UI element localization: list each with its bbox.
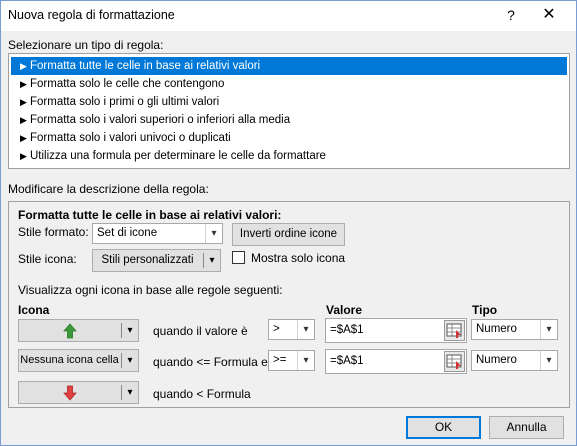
rule-type-item[interactable]: ▶ Formatta solo i valori univoci o duplic… xyxy=(11,129,567,147)
chevron-down-icon: ▾ xyxy=(297,351,314,370)
ok-button[interactable]: OK xyxy=(406,416,481,439)
rule-type-label: Selezionare un tipo di regola: xyxy=(8,38,164,52)
dialog-title: Nuova regola di formattazione xyxy=(8,8,175,22)
icon-2-operator-select[interactable]: >= ▾ xyxy=(268,350,315,371)
icon-3-condition-label: quando < Formula xyxy=(153,387,251,401)
triangle-right-icon: ▶ xyxy=(20,115,27,125)
icon-1-type-select[interactable]: Numero ▾ xyxy=(471,319,558,340)
chevron-down-icon: ▾ xyxy=(297,320,314,339)
cancel-button[interactable]: Annulla xyxy=(489,416,564,439)
range-select-icon xyxy=(446,354,462,369)
icon-3-dropdown[interactable]: ▾ xyxy=(18,381,139,404)
rule-type-item[interactable]: ▶ Utilizza una formula per determinare le… xyxy=(11,147,567,165)
title-bar: Nuova regola di formattazione ? ✕ xyxy=(1,1,576,31)
rule-description-panel: Formatta tutte le celle in base ai relat… xyxy=(8,201,570,408)
icon-2-condition-label: quando <= Formula e xyxy=(153,355,268,369)
format-style-select[interactable]: Set di icone ▾ xyxy=(92,223,223,244)
reverse-icon-order-button[interactable]: Inverti ordine icone xyxy=(232,223,345,246)
icon-1-condition-label: quando il valore è xyxy=(153,324,248,338)
rule-type-item[interactable]: ▶ Formatta solo i primi o gli ultimi valo… xyxy=(11,93,567,111)
chevron-down-icon: ▾ xyxy=(540,320,557,339)
new-formatting-rule-dialog: Nuova regola di formattazione ? ✕ Selezi… xyxy=(0,0,577,446)
icon-2-dropdown[interactable]: Nessuna icona cella ▾ xyxy=(18,349,139,372)
chevron-down-icon: ▾ xyxy=(205,224,222,243)
icon-column-header: Icona xyxy=(18,303,50,317)
icon-1-range-select-button[interactable] xyxy=(444,320,465,341)
triangle-right-icon: ▶ xyxy=(20,151,27,161)
help-button[interactable]: ? xyxy=(501,5,521,25)
triangle-right-icon: ▶ xyxy=(20,79,27,89)
show-icon-only-checkbox[interactable] xyxy=(232,251,245,264)
range-select-icon xyxy=(446,323,462,338)
chevron-down-icon: ▾ xyxy=(121,385,138,400)
close-button[interactable]: ✕ xyxy=(538,5,560,25)
triangle-right-icon: ▶ xyxy=(20,97,27,107)
icon-rules-caption: Visualizza ogni icona in base alle regol… xyxy=(18,283,283,297)
value-column-header: Valore xyxy=(326,303,363,317)
format-style-label: Stile formato: xyxy=(18,225,89,239)
icon-1-dropdown[interactable]: ▾ xyxy=(18,319,139,342)
red-down-arrow-icon xyxy=(62,385,77,401)
rule-type-item[interactable]: ▶ Formatta solo i valori superiori o infe… xyxy=(11,111,567,129)
chevron-down-icon: ▾ xyxy=(121,323,138,338)
triangle-right-icon: ▶ xyxy=(20,133,27,143)
show-icon-only-label: Mostra solo icona xyxy=(251,251,346,265)
triangle-right-icon: ▶ xyxy=(20,61,27,71)
icon-style-dropdown[interactable]: Stili personalizzati ▾ xyxy=(92,249,221,272)
icon-style-label: Stile icona: xyxy=(18,252,77,266)
icon-2-range-select-button[interactable] xyxy=(444,351,465,372)
chevron-down-icon: ▾ xyxy=(121,353,138,368)
green-up-arrow-icon xyxy=(62,323,77,339)
rule-type-list[interactable]: ▶ Formatta tutte le celle in base ai rela… xyxy=(8,53,570,169)
chevron-down-icon: ▾ xyxy=(540,351,557,370)
type-column-header: Tipo xyxy=(472,303,498,317)
rule-description-label: Modificare la descrizione della regola: xyxy=(8,182,209,196)
chevron-down-icon: ▾ xyxy=(203,253,220,268)
icon-2-type-select[interactable]: Numero ▾ xyxy=(471,350,558,371)
icon-1-operator-select[interactable]: > ▾ xyxy=(268,319,315,340)
rule-heading: Formatta tutte le celle in base ai relat… xyxy=(18,208,282,222)
rule-type-item[interactable]: ▶ Formatta solo le celle che contengono xyxy=(11,75,567,93)
rule-type-item[interactable]: ▶ Formatta tutte le celle in base ai rela… xyxy=(11,57,567,75)
